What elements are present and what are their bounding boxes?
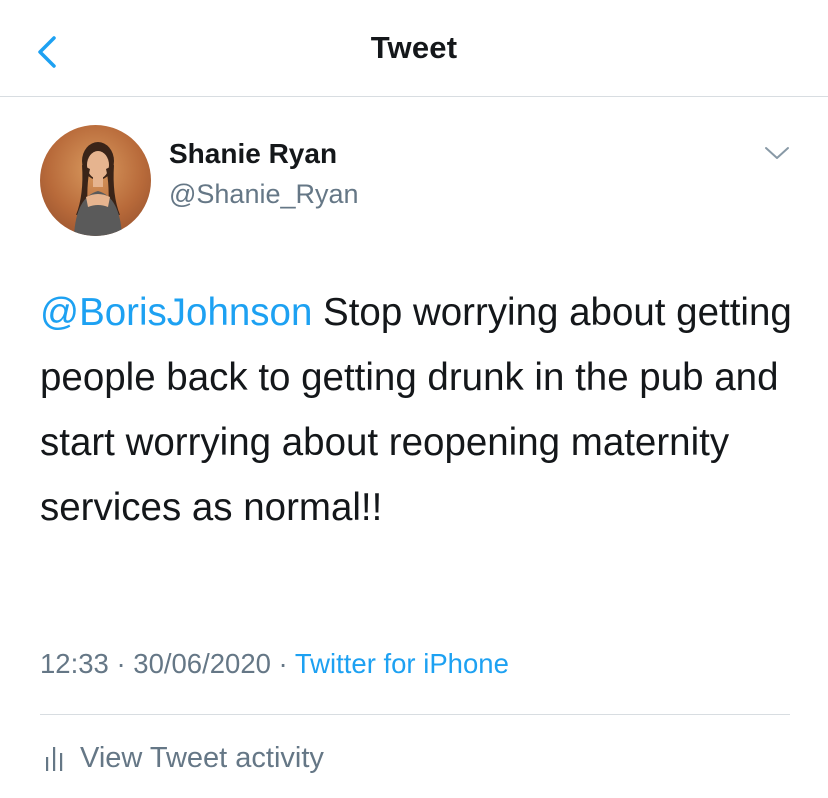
tweet-time: 12:33 <box>40 648 109 679</box>
mention-link[interactable]: @BorisJohnson <box>40 291 312 334</box>
tweet-text: @BorisJohnson Stop worrying about gettin… <box>40 280 800 540</box>
top-bar: Tweet <box>0 0 828 97</box>
tweet-source-link[interactable]: Twitter for iPhone <box>295 648 509 679</box>
user-handle[interactable]: @Shanie_Ryan <box>169 179 359 210</box>
divider <box>40 714 790 715</box>
tweet-menu-button[interactable] <box>762 142 792 164</box>
display-name[interactable]: Shanie Ryan <box>169 138 337 170</box>
page-title: Tweet <box>370 30 458 65</box>
meta-separator: · <box>270 648 295 679</box>
view-tweet-activity-button[interactable]: View Tweet activity <box>42 738 324 778</box>
bar-chart-icon <box>46 747 63 771</box>
view-tweet-activity-label: View Tweet activity <box>80 741 324 774</box>
profile-photo <box>74 142 122 236</box>
tweet-meta: 12:33 · 30/06/2020 · Twitter for iPhone <box>40 648 509 680</box>
tweet-date: 30/06/2020 <box>133 648 271 679</box>
avatar[interactable] <box>40 125 151 236</box>
meta-separator: · <box>108 648 134 679</box>
chevron-down-icon <box>765 147 789 159</box>
